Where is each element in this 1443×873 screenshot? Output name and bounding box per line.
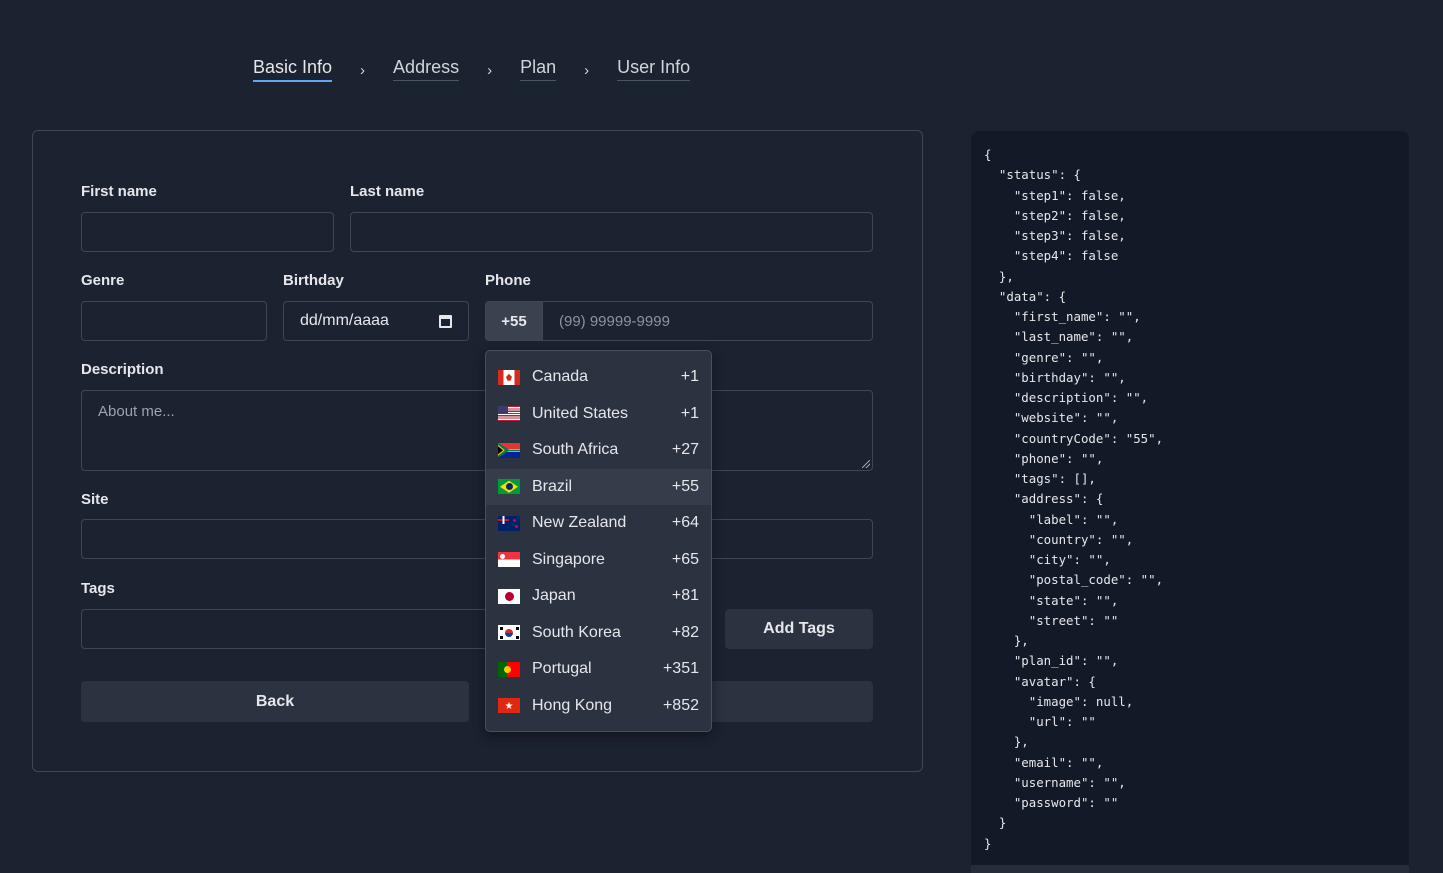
country-option-new-zealand[interactable]: New Zealand +64: [486, 505, 711, 542]
country-option-hong-kong[interactable]: Hong Kong +852: [486, 688, 711, 725]
country-option-united-states[interactable]: United States +1: [486, 396, 711, 433]
singapore-flag-icon: [498, 552, 520, 568]
country-code-dropdown: Canada +1 United States +1 South Africa …: [485, 350, 712, 732]
country-option-singapore[interactable]: Singapore +65: [486, 542, 711, 579]
description-textarea[interactable]: [81, 390, 873, 471]
us-flag-icon: [498, 406, 520, 422]
first-name-input[interactable]: [81, 212, 334, 252]
birthday-placeholder: dd/mm/aaaa: [300, 312, 389, 329]
step-plan[interactable]: Plan: [520, 57, 557, 81]
canada-flag-icon: [498, 369, 520, 385]
birthday-input[interactable]: dd/mm/aaaa: [283, 301, 469, 341]
first-name-label: First name: [81, 183, 157, 200]
phone-input[interactable]: [543, 302, 872, 340]
country-option-brazil[interactable]: Brazil +55: [486, 468, 711, 505]
phone-label: Phone: [485, 272, 531, 289]
calendar-icon[interactable]: [439, 314, 452, 328]
south-korea-flag-icon: [498, 625, 520, 641]
genre-label: Genre: [81, 272, 125, 289]
stepper: Basic Info › Address › Plan › User Info: [253, 54, 691, 84]
add-tags-button[interactable]: Add Tags: [725, 609, 873, 649]
south-africa-flag-icon: [498, 442, 520, 458]
last-name-input[interactable]: [350, 212, 873, 252]
basic-info-form: First name Last name Genre Birthday dd/m…: [32, 130, 923, 772]
japan-flag-icon: [498, 588, 520, 604]
hong-kong-flag-icon: [498, 698, 520, 714]
chevron-right-icon: ›: [584, 61, 590, 79]
site-label: Site: [81, 491, 109, 508]
phone-field: +55: [485, 301, 873, 341]
country-option-portugal[interactable]: Portugal +351: [486, 651, 711, 688]
genre-input[interactable]: [81, 301, 267, 341]
country-option-japan[interactable]: Japan +81: [486, 578, 711, 615]
json-preview-panel: { "status": { "step1": false, "step2": f…: [971, 131, 1409, 873]
tags-label: Tags: [81, 580, 115, 597]
description-label: Description: [81, 361, 164, 378]
brazil-flag-icon: [498, 479, 520, 495]
description-wrap: [81, 390, 873, 471]
portugal-flag-icon: [498, 661, 520, 677]
country-option-canada[interactable]: Canada +1: [486, 359, 711, 396]
chevron-right-icon: ›: [360, 61, 366, 79]
country-option-south-korea[interactable]: South Korea +82: [486, 615, 711, 652]
last-name-label: Last name: [350, 183, 425, 200]
step-address[interactable]: Address: [393, 57, 460, 81]
back-button[interactable]: Back: [81, 681, 469, 722]
chevron-right-icon: ›: [487, 61, 493, 79]
country-option-south-africa[interactable]: South Africa +27: [486, 432, 711, 469]
country-code-button[interactable]: +55: [486, 302, 543, 340]
step-user-info[interactable]: User Info: [617, 57, 691, 81]
step-basic-info[interactable]: Basic Info: [253, 57, 333, 82]
birthday-label: Birthday: [283, 272, 344, 289]
resize-handle-icon[interactable]: [862, 460, 870, 468]
site-input[interactable]: [81, 519, 873, 559]
json-panel-scrollbar[interactable]: [971, 865, 1409, 873]
new-zealand-flag-icon: [498, 515, 520, 531]
